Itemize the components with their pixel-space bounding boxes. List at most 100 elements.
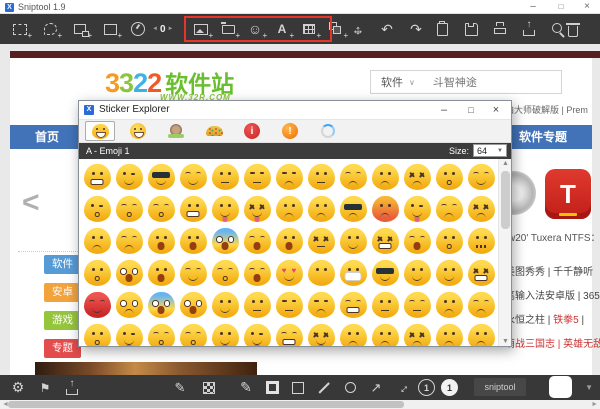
emoji-sticker[interactable] <box>369 225 401 257</box>
nav-item-home[interactable]: 首页 <box>35 125 59 149</box>
emoji-sticker[interactable] <box>177 161 209 193</box>
emoji-sticker[interactable] <box>81 193 113 225</box>
print-icon[interactable] <box>490 19 510 39</box>
emoji-sticker[interactable] <box>273 193 305 225</box>
emoji-sticker[interactable] <box>241 321 273 346</box>
outline-square-icon[interactable] <box>288 378 308 398</box>
emoji-sticker[interactable] <box>113 161 145 193</box>
link[interactable]: | <box>579 315 584 326</box>
sticker-tab-snail[interactable] <box>161 121 191 141</box>
emoji-sticker[interactable] <box>241 193 273 225</box>
insert-folder-icon[interactable]: + <box>218 19 238 39</box>
link[interactable]: 萌战三国志 | 英雄无敌 <box>505 339 600 350</box>
side-tag-游戏[interactable]: 游戏 <box>44 311 81 330</box>
number-outline-icon[interactable]: 1 <box>418 379 435 396</box>
emoji-sticker[interactable] <box>145 193 177 225</box>
emoji-sticker[interactable] <box>433 161 465 193</box>
link-row[interactable]: 美图秀秀 | 千千静听 <box>505 263 593 278</box>
emoji-sticker[interactable] <box>81 161 113 193</box>
emoji-sticker[interactable] <box>113 321 145 346</box>
emoji-sticker[interactable] <box>337 161 369 193</box>
emoji-sticker[interactable] <box>433 257 465 289</box>
emoji-sticker[interactable] <box>145 321 177 346</box>
dialog-close-icon[interactable]: × <box>483 101 509 120</box>
sticker-tab-taco[interactable] <box>199 121 229 141</box>
emoji-sticker[interactable] <box>241 225 273 257</box>
sticker-tab-info[interactable]: i <box>237 121 267 141</box>
app-caption[interactable]: w20' Tuxera NTFS： <box>508 229 600 244</box>
emoji-sticker[interactable] <box>305 257 337 289</box>
emoji-sticker[interactable] <box>305 321 337 346</box>
scroll-down-icon[interactable]: ▼ <box>499 338 511 345</box>
link[interactable]: 笔输入法安卓版 | 365 <box>505 291 600 302</box>
trash-icon[interactable] <box>563 19 583 39</box>
emoji-sticker[interactable] <box>433 193 465 225</box>
undo-icon[interactable] <box>377 19 397 39</box>
scroll-thumb[interactable] <box>501 171 510 229</box>
sticker-tab-warning[interactable]: ! <box>275 121 305 141</box>
close-icon[interactable]: × <box>576 0 598 14</box>
emoji-sticker[interactable] <box>209 225 241 257</box>
emoji-sticker[interactable] <box>145 225 177 257</box>
emoji-sticker[interactable] <box>369 289 401 321</box>
emoji-sticker[interactable] <box>273 321 305 346</box>
chevron-down-icon[interactable]: ∨ <box>409 78 415 87</box>
link-row[interactable]: 笔输入法安卓版 | 365 <box>505 287 600 302</box>
rect-capture-icon[interactable]: + <box>10 19 30 39</box>
emoji-sticker[interactable] <box>401 321 433 346</box>
emoji-sticker[interactable] <box>305 225 337 257</box>
emoji-sticker[interactable] <box>273 225 305 257</box>
emoji-sticker[interactable] <box>273 161 305 193</box>
line-icon[interactable] <box>314 378 334 398</box>
emoji-sticker[interactable] <box>81 257 113 289</box>
emoji-sticker[interactable] <box>305 193 337 225</box>
emoji-sticker[interactable] <box>305 161 337 193</box>
pencil-icon[interactable] <box>170 378 190 398</box>
search-input[interactable]: 斗智神途 <box>433 74 477 90</box>
settings-icon[interactable] <box>8 378 28 398</box>
move-icon[interactable] <box>348 19 368 39</box>
grid-scrollbar[interactable]: ▲ ▼ <box>498 159 511 346</box>
insert-grid-icon[interactable]: + <box>299 19 319 39</box>
number-filled-icon[interactable]: 1 <box>441 379 458 396</box>
size-select[interactable]: 64 ▼ <box>473 144 507 157</box>
emoji-sticker[interactable] <box>209 321 241 346</box>
link[interactable]: 永恒之柱 | <box>505 315 553 326</box>
emoji-sticker[interactable] <box>465 161 497 193</box>
emoji-sticker[interactable] <box>177 289 209 321</box>
emoji-sticker[interactable] <box>209 161 241 193</box>
emoji-sticker[interactable] <box>241 257 273 289</box>
double-arrow-icon[interactable] <box>392 378 412 398</box>
emoji-sticker[interactable] <box>145 289 177 321</box>
emoji-sticker[interactable] <box>465 193 497 225</box>
emoji-sticker[interactable] <box>241 161 273 193</box>
search-category[interactable]: 软件 <box>381 74 403 90</box>
emoji-sticker[interactable] <box>177 321 209 346</box>
emoji-sticker[interactable] <box>209 289 241 321</box>
emoji-sticker[interactable] <box>337 289 369 321</box>
arrow-icon[interactable] <box>366 378 386 398</box>
emoji-sticker[interactable] <box>113 257 145 289</box>
search-box[interactable]: 软件 ∨ 斗智神途 <box>370 70 562 94</box>
insert-sticker-icon[interactable]: + <box>245 19 265 39</box>
emoji-sticker[interactable] <box>81 289 113 321</box>
emoji-sticker[interactable] <box>433 289 465 321</box>
fullscreen-capture-icon[interactable]: + <box>100 19 120 39</box>
side-tag-软件[interactable]: 软件 <box>44 255 81 274</box>
emoji-sticker[interactable] <box>145 257 177 289</box>
sticker-tab-emoji-round[interactable] <box>123 121 153 141</box>
minimize-icon[interactable]: – <box>522 0 544 14</box>
side-tag-安卓[interactable]: 安卓 <box>44 283 81 302</box>
marker-icon[interactable] <box>236 378 256 398</box>
emoji-sticker[interactable] <box>465 289 497 321</box>
emoji-sticker[interactable] <box>209 193 241 225</box>
emoji-sticker[interactable] <box>209 257 241 289</box>
emoji-sticker[interactable] <box>465 225 497 257</box>
emoji-sticker[interactable] <box>337 321 369 346</box>
nav-item-topics[interactable]: 软件专题 <box>519 125 567 149</box>
fill-square-icon[interactable] <box>262 378 282 398</box>
redo-icon[interactable] <box>406 19 426 39</box>
color-swatch[interactable] <box>549 376 572 398</box>
window-capture-icon[interactable]: + <box>70 19 90 39</box>
dialog-minimize-icon[interactable]: – <box>431 101 457 120</box>
